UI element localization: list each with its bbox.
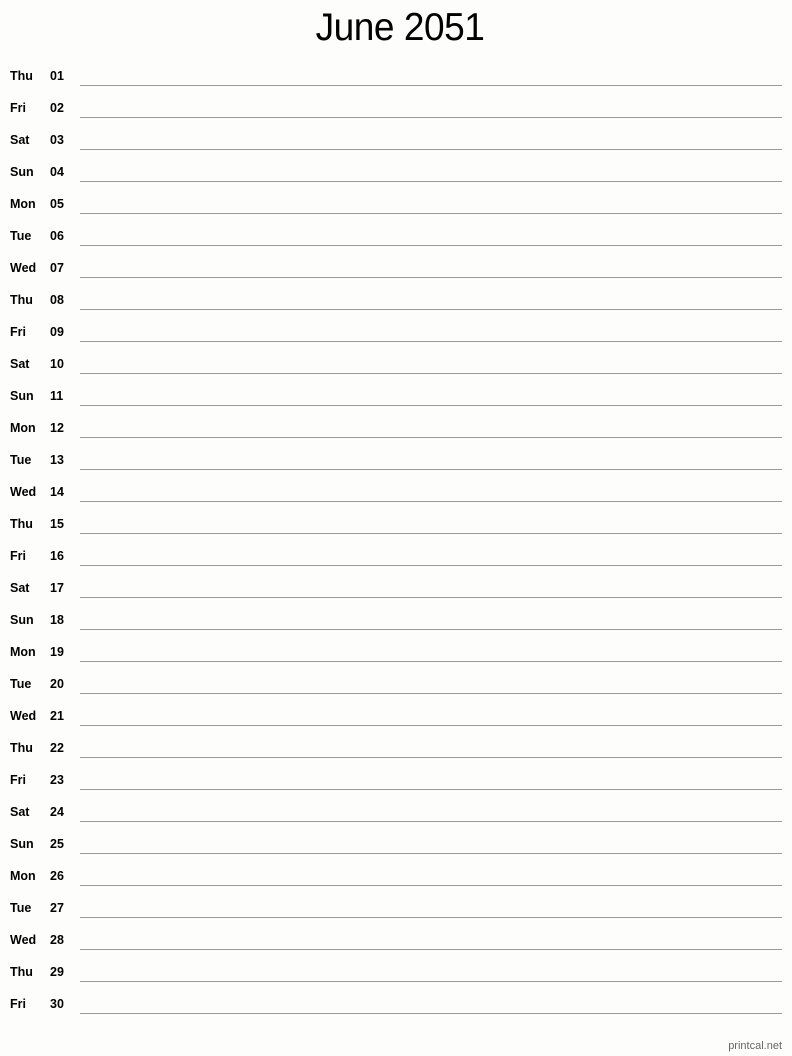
day-of-week-label: Tue xyxy=(10,901,32,915)
day-of-week-label: Fri xyxy=(10,997,26,1011)
day-row: Sun 04 xyxy=(0,150,792,182)
day-of-week-label: Wed xyxy=(10,261,37,275)
day-of-week-label: Thu xyxy=(10,293,33,307)
day-number-label: 29 xyxy=(50,965,64,979)
writing-line xyxy=(80,1013,782,1014)
day-row: Fri 16 xyxy=(0,534,792,566)
day-row: Thu 29 xyxy=(0,950,792,982)
day-row: Mon 26 xyxy=(0,854,792,886)
day-number-label: 28 xyxy=(50,933,64,947)
day-list: Thu 01 Fri 02 Sat 03 Sun 04 Mon 05 Tue 06 Wed 07 Thu 08… xyxy=(0,54,792,1014)
day-number-label: 17 xyxy=(50,581,64,595)
day-of-week-label: Sun xyxy=(10,165,34,179)
day-row: Wed 28 xyxy=(0,918,792,950)
day-of-week-label: Sat xyxy=(10,133,30,147)
day-row: Wed 14 xyxy=(0,470,792,502)
day-number-label: 23 xyxy=(50,773,64,787)
day-of-week-label: Sat xyxy=(10,805,30,819)
day-row: Sun 11 xyxy=(0,374,792,406)
day-number-label: 11 xyxy=(50,389,64,403)
day-number-label: 18 xyxy=(50,613,64,627)
day-of-week-label: Mon xyxy=(10,197,36,211)
day-of-week-label: Fri xyxy=(10,549,26,563)
day-number-label: 30 xyxy=(50,997,64,1011)
day-row: Fri 09 xyxy=(0,310,792,342)
day-of-week-label: Mon xyxy=(10,645,36,659)
footer-credit: printcal.net xyxy=(728,1040,782,1052)
day-number-label: 21 xyxy=(50,709,64,723)
day-of-week-label: Thu xyxy=(10,741,33,755)
day-row: Thu 01 xyxy=(0,54,792,86)
day-row: Tue 13 xyxy=(0,438,792,470)
day-of-week-label: Tue xyxy=(10,229,32,243)
day-of-week-label: Sat xyxy=(10,357,30,371)
day-number-label: 13 xyxy=(50,453,64,467)
day-row: Sat 10 xyxy=(0,342,792,374)
day-row: Thu 15 xyxy=(0,502,792,534)
day-row: Thu 08 xyxy=(0,278,792,310)
day-row: Sat 24 xyxy=(0,790,792,822)
page-title: June 2051 xyxy=(315,6,485,49)
day-of-week-label: Mon xyxy=(10,421,36,435)
day-of-week-label: Wed xyxy=(10,485,37,499)
day-row: Wed 07 xyxy=(0,246,792,278)
day-number-label: 14 xyxy=(50,485,64,499)
day-number-label: 20 xyxy=(50,677,64,691)
day-of-week-label: Thu xyxy=(10,965,33,979)
day-row: Wed 21 xyxy=(0,694,792,726)
day-of-week-label: Fri xyxy=(10,325,26,339)
day-of-week-label: Sun xyxy=(10,389,34,403)
day-row: Mon 05 xyxy=(0,182,792,214)
day-number-label: 25 xyxy=(50,837,64,851)
day-row: Tue 20 xyxy=(0,662,792,694)
day-row: Sat 03 xyxy=(0,118,792,150)
day-number-label: 27 xyxy=(50,901,64,915)
day-row: Fri 23 xyxy=(0,758,792,790)
day-of-week-label: Sun xyxy=(10,613,34,627)
day-of-week-label: Tue xyxy=(10,453,32,467)
day-row: Mon 12 xyxy=(0,406,792,438)
day-number-label: 12 xyxy=(50,421,64,435)
day-row: Sun 18 xyxy=(0,598,792,630)
day-of-week-label: Sat xyxy=(10,581,30,595)
day-number-label: 16 xyxy=(50,549,64,563)
day-row: Tue 06 xyxy=(0,214,792,246)
day-number-label: 24 xyxy=(50,805,64,819)
day-of-week-label: Wed xyxy=(10,933,37,947)
day-number-label: 06 xyxy=(50,229,64,243)
day-of-week-label: Sun xyxy=(10,837,34,851)
day-number-label: 07 xyxy=(50,261,64,275)
day-of-week-label: Thu xyxy=(10,69,33,83)
day-number-label: 15 xyxy=(50,517,64,531)
day-number-label: 05 xyxy=(50,197,64,211)
day-of-week-label: Thu xyxy=(10,517,33,531)
day-row: Sat 17 xyxy=(0,566,792,598)
day-of-week-label: Fri xyxy=(10,101,26,115)
day-row: Mon 19 xyxy=(0,630,792,662)
day-number-label: 01 xyxy=(50,69,64,83)
day-number-label: 08 xyxy=(50,293,64,307)
day-number-label: 10 xyxy=(50,357,64,371)
day-number-label: 04 xyxy=(50,165,64,179)
day-of-week-label: Tue xyxy=(10,677,32,691)
day-number-label: 03 xyxy=(50,133,64,147)
day-number-label: 09 xyxy=(50,325,64,339)
day-row: Sun 25 xyxy=(0,822,792,854)
day-row: Fri 30 xyxy=(0,982,792,1014)
day-number-label: 26 xyxy=(50,869,64,883)
day-of-week-label: Fri xyxy=(10,773,26,787)
day-of-week-label: Wed xyxy=(10,709,37,723)
day-row: Thu 22 xyxy=(0,726,792,758)
day-row: Tue 27 xyxy=(0,886,792,918)
day-row: Fri 02 xyxy=(0,86,792,118)
day-of-week-label: Mon xyxy=(10,869,36,883)
day-number-label: 02 xyxy=(50,101,64,115)
day-number-label: 22 xyxy=(50,741,64,755)
day-number-label: 19 xyxy=(50,645,64,659)
